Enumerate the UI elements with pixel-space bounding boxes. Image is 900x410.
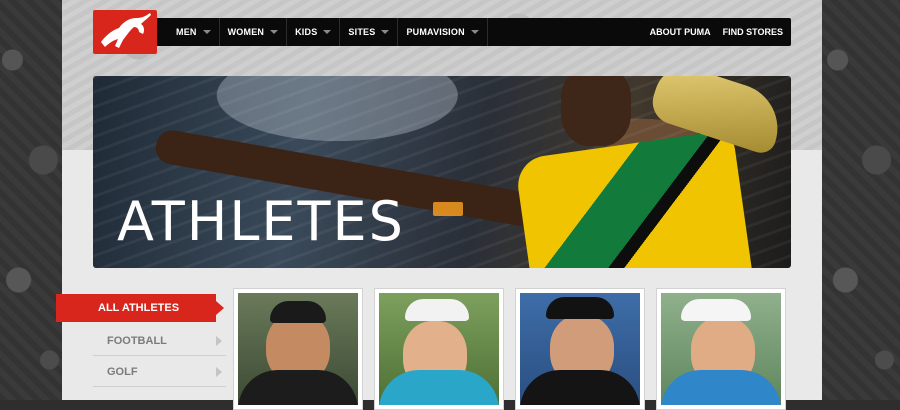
chevron-down-icon (323, 30, 332, 34)
chevron-down-icon (202, 30, 211, 34)
about-puma-link[interactable]: ABOUT PUMA (650, 27, 711, 37)
hero-banner: ATHLETES (93, 76, 791, 268)
sidebar-item-football[interactable]: FOOTBALL (93, 326, 226, 356)
athlete-card-2[interactable] (374, 288, 504, 410)
nav-men[interactable]: MEN (168, 18, 220, 46)
athlete-visor (405, 299, 469, 321)
hero-athlete-head (561, 76, 631, 146)
chevron-down-icon (270, 30, 279, 34)
main-nav: MEN WOMEN KIDS SITES PUMAVISION (168, 18, 488, 46)
nav-sites-label: SITES (348, 27, 376, 37)
sidebar-item-golf[interactable]: GOLF (93, 357, 226, 387)
athlete-photo-2 (379, 293, 499, 405)
athlete-cap (681, 299, 751, 321)
athlete-card-3[interactable] (515, 288, 645, 410)
hero-stadium-light (433, 202, 463, 216)
sidebar-item-label: FOOTBALL (107, 334, 167, 347)
chevron-right-icon (216, 366, 222, 377)
background-pattern-right (822, 0, 900, 400)
find-stores-link[interactable]: FIND STORES (723, 27, 783, 37)
athlete-card-1[interactable] (233, 288, 363, 410)
athlete-photo-1 (238, 293, 358, 405)
sidebar-item-label: GOLF (107, 365, 138, 378)
secondary-nav: ABOUT PUMA FIND STORES (650, 18, 783, 46)
chevron-down-icon (381, 30, 390, 34)
nav-kids-label: KIDS (295, 27, 318, 37)
background-pattern-left (0, 0, 62, 400)
sidebar-item-all-athletes[interactable]: ALL ATHLETES (56, 294, 224, 322)
nav-pumavision[interactable]: PUMAVISION (398, 18, 488, 46)
page-container: MEN WOMEN KIDS SITES PUMAVISION ABOUT PU… (56, 0, 822, 410)
nav-sites[interactable]: SITES (340, 18, 399, 46)
athlete-photo-4 (661, 293, 781, 405)
nav-women[interactable]: WOMEN (220, 18, 288, 46)
nav-women-label: WOMEN (227, 27, 265, 37)
chevron-down-icon (470, 30, 479, 34)
hero-title: ATHLETES (117, 190, 405, 253)
nav-kids[interactable]: KIDS (287, 18, 341, 46)
top-navbar: MEN WOMEN KIDS SITES PUMAVISION ABOUT PU… (93, 18, 791, 46)
puma-logo[interactable] (93, 10, 157, 54)
athlete-card-4[interactable] (656, 288, 786, 410)
puma-logo-icon (101, 13, 151, 48)
nav-men-label: MEN (176, 27, 197, 37)
nav-pumavision-label: PUMAVISION (406, 27, 465, 37)
chevron-right-icon (216, 335, 222, 346)
athlete-cap (270, 301, 326, 323)
athlete-photo-3 (520, 293, 640, 405)
athlete-cap (546, 297, 614, 319)
